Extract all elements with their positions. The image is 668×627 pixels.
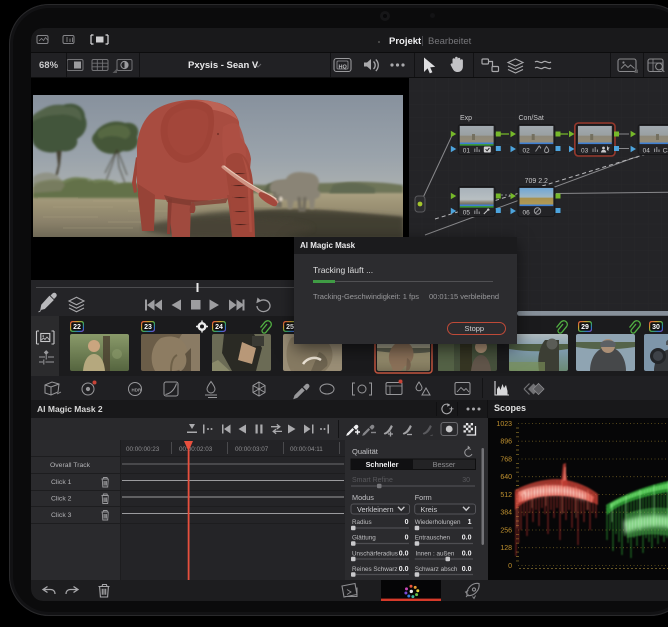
- svg-text:04: 04: [643, 148, 651, 155]
- svg-text:Overall Track: Overall Track: [50, 462, 91, 469]
- svg-text:22: 22: [73, 324, 81, 331]
- svg-text:68%: 68%: [39, 60, 59, 71]
- svg-text:Smart Refine: Smart Refine: [352, 477, 393, 484]
- svg-text:00:00:03:07: 00:00:03:07: [235, 446, 269, 453]
- svg-text:25: 25: [286, 324, 294, 331]
- svg-text:384: 384: [500, 510, 512, 517]
- svg-text:Verkleinern: Verkleinern: [357, 505, 394, 514]
- svg-text:Unschärferadius: Unschärferadius: [352, 551, 398, 558]
- svg-text:Schneller: Schneller: [366, 460, 399, 469]
- svg-text:0: 0: [405, 519, 409, 526]
- svg-text:24: 24: [215, 324, 223, 331]
- svg-text:Click 2: Click 2: [51, 496, 72, 503]
- svg-text:HDR: HDR: [132, 388, 142, 393]
- svg-text:709 2.2: 709 2.2: [525, 178, 548, 185]
- svg-text:Innen : außen: Innen : außen: [416, 551, 455, 558]
- svg-text:Modus: Modus: [352, 493, 374, 502]
- svg-text:Kreis: Kreis: [421, 505, 438, 514]
- svg-text:C3: C3: [663, 148, 668, 155]
- svg-text:0.0: 0.0: [462, 566, 472, 573]
- svg-text:30: 30: [652, 324, 660, 331]
- svg-text:Exp: Exp: [460, 115, 472, 122]
- svg-text:Click 3: Click 3: [51, 512, 72, 519]
- svg-text:0.0: 0.0: [399, 566, 409, 573]
- svg-text:06: 06: [523, 210, 531, 217]
- svg-text:Con/Sat: Con/Sat: [519, 115, 544, 122]
- svg-text:00:00:02:03: 00:00:02:03: [179, 446, 213, 453]
- svg-text:05: 05: [463, 210, 471, 217]
- svg-text:00:00:04:11: 00:00:04:11: [290, 446, 323, 453]
- svg-text:Qualität: Qualität: [352, 447, 379, 456]
- svg-text:896: 896: [500, 439, 512, 446]
- svg-text:768: 768: [500, 457, 512, 464]
- svg-text:30: 30: [462, 477, 470, 484]
- svg-text:128: 128: [500, 545, 512, 552]
- svg-text:Entrauschen: Entrauschen: [415, 535, 451, 542]
- svg-text:0: 0: [405, 535, 409, 542]
- svg-text:0.0: 0.0: [462, 535, 472, 542]
- svg-text:Radius: Radius: [352, 519, 372, 526]
- svg-text:02: 02: [523, 148, 531, 155]
- svg-text:01: 01: [463, 148, 471, 155]
- svg-text:256: 256: [500, 528, 512, 535]
- svg-text:23: 23: [144, 324, 152, 331]
- svg-text:Click 1: Click 1: [51, 479, 72, 486]
- svg-text:1: 1: [468, 519, 472, 526]
- svg-text:Glättung: Glättung: [352, 535, 376, 542]
- svg-text:0.0: 0.0: [399, 551, 409, 558]
- svg-text:03: 03: [581, 148, 589, 155]
- svg-text:29: 29: [581, 324, 589, 331]
- svg-text:Wiederholungen: Wiederholungen: [415, 519, 461, 526]
- svg-text:0: 0: [508, 563, 512, 570]
- svg-text:HQ: HQ: [339, 65, 348, 71]
- svg-text:1023: 1023: [496, 421, 512, 428]
- svg-text:0.0: 0.0: [462, 551, 472, 558]
- svg-text:Schwarz absch: Schwarz absch: [415, 566, 458, 573]
- svg-text:Reines Schwarz: Reines Schwarz: [352, 566, 398, 573]
- svg-text:512: 512: [500, 492, 512, 499]
- svg-text:Form: Form: [415, 493, 432, 502]
- svg-text:Besser: Besser: [433, 460, 456, 469]
- svg-text:640: 640: [500, 474, 512, 481]
- svg-text:00:00:00:23: 00:00:00:23: [126, 446, 160, 453]
